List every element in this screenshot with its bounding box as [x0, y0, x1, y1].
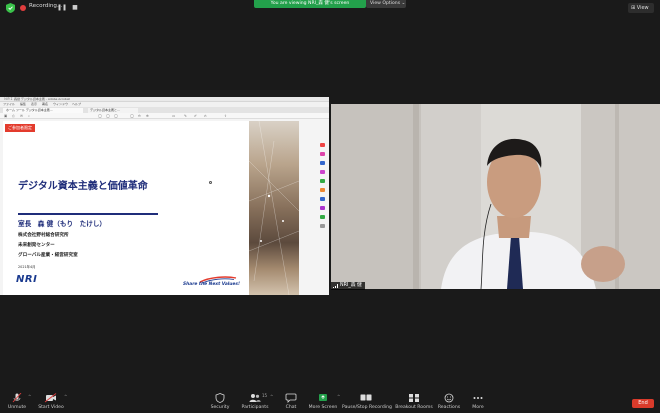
- tool-edit-icon[interactable]: [320, 161, 325, 165]
- end-meeting-button[interactable]: End: [632, 399, 654, 408]
- sign-icon[interactable]: ✍: [204, 114, 207, 118]
- slide-badge: ご参加者限定: [5, 124, 35, 132]
- participants-icon: [249, 394, 261, 402]
- video-caret-icon[interactable]: ^: [64, 394, 67, 399]
- tool-organize-icon[interactable]: [320, 188, 325, 192]
- microphone-muted-icon: [12, 393, 22, 403]
- pause-recording-icon[interactable]: ❚❚: [57, 3, 67, 13]
- network-lines-image: [249, 121, 299, 295]
- pause-recording-button[interactable]: Pause/Stop Recording: [342, 390, 392, 413]
- participants-caret-icon[interactable]: ^: [270, 394, 273, 399]
- video-off-icon: [44, 393, 57, 403]
- reactions-label: Reactions: [437, 405, 461, 410]
- slide-org-line: 株式会社野村総合研究所: [18, 233, 69, 238]
- participants-count: 15: [262, 393, 268, 398]
- breakout-rooms-icon: [409, 394, 419, 402]
- slide-divider: [18, 213, 158, 215]
- acrobat-document-area[interactable]: ご参加者限定 デジタル資本主義と価値革命 室長 森 健（もり たけし） 株式会社…: [0, 119, 329, 295]
- breakout-rooms-button[interactable]: Breakout Rooms: [393, 390, 435, 413]
- print-icon[interactable]: ⎙: [12, 114, 15, 118]
- fit-page-icon[interactable]: ▭: [172, 114, 175, 118]
- pause-stop-icon: [360, 394, 372, 401]
- reactions-icon: [444, 393, 454, 403]
- start-video-label: Start Video: [38, 405, 64, 410]
- hand-icon[interactable]: ◯: [130, 114, 134, 118]
- slide-date: 2021年4月: [18, 265, 36, 269]
- participant-name: NRI_森 健: [340, 283, 362, 288]
- breakout-rooms-label: Breakout Rooms: [395, 405, 433, 410]
- tool-protect-icon[interactable]: [320, 197, 325, 201]
- participant-video[interactable]: [331, 104, 660, 289]
- start-video-button[interactable]: Start Video: [34, 390, 68, 413]
- tool-more-icon[interactable]: [320, 224, 325, 228]
- more-label: More: [472, 405, 484, 410]
- stop-recording-icon[interactable]: ■: [70, 3, 80, 13]
- tool-fill-sign-icon[interactable]: [320, 206, 325, 210]
- participant-name-tag: NRI_森 健: [331, 282, 365, 290]
- share-icon[interactable]: ⇪: [224, 114, 227, 118]
- zoom-out-icon[interactable]: ⊖: [138, 114, 141, 118]
- mail-icon[interactable]: ✉: [20, 114, 23, 118]
- prev-page-icon[interactable]: ◯: [98, 114, 102, 118]
- search-icon[interactable]: ⌕: [28, 114, 30, 118]
- share-caret-icon[interactable]: ^: [337, 394, 340, 399]
- security-button[interactable]: Security: [205, 390, 235, 413]
- view-button[interactable]: ⊞ View: [628, 3, 654, 13]
- tool-send-icon[interactable]: [320, 215, 325, 219]
- presentation-slide: ご参加者限定 デジタル資本主義と価値革命 室長 森 健（もり たけし） 株式会社…: [3, 121, 299, 295]
- save-icon[interactable]: ▣: [4, 114, 7, 118]
- nri-logo: NRI: [16, 274, 38, 285]
- slide-title: デジタル資本主義と価値革命: [18, 181, 148, 192]
- slide-org-line: グローバル産業・経営研究室: [18, 253, 78, 258]
- unmute-caret-icon[interactable]: ^: [28, 394, 31, 399]
- viewing-banner: You are viewing NRI_森 健's screen: [254, 0, 366, 8]
- chat-icon: [285, 393, 297, 403]
- more-dots-icon: [473, 397, 483, 399]
- next-page-icon[interactable]: ◯: [106, 114, 110, 118]
- tool-combine-icon[interactable]: [320, 179, 325, 183]
- reactions-button[interactable]: Reactions: [435, 390, 463, 413]
- participants-label: Participants: [241, 405, 269, 410]
- view-options-button[interactable]: View Options ⌄: [366, 0, 406, 8]
- meeting-toolbar: Unmute ^ Start Video ^ Security 15 Parti…: [0, 390, 660, 413]
- cursor-marker: [209, 181, 212, 184]
- slide-slogan: Share the Next Values!: [183, 282, 241, 287]
- shared-screen[interactable]: ＮＲＩ 森健 デジタル資本主義 - Adobe Acrobat ファイル 編集 …: [0, 97, 329, 295]
- chat-label: Chat: [285, 405, 297, 410]
- participants-button[interactable]: 15 Participants: [240, 390, 270, 413]
- share-screen-icon: [319, 394, 327, 401]
- view-button-label: View: [636, 5, 649, 11]
- tool-export-icon[interactable]: [320, 143, 325, 147]
- top-bar: Recording... ❚❚ ■ You are viewing NRI_森 …: [0, 0, 660, 16]
- security-label: Security: [210, 405, 230, 410]
- tool-comment-icon[interactable]: [320, 170, 325, 174]
- acrobat-side-tools: [318, 143, 327, 253]
- tool-create-icon[interactable]: [320, 152, 325, 156]
- slide-org-line: 未来創発センター: [18, 243, 55, 248]
- unmute-label: Unmute: [7, 405, 27, 410]
- recording-dot-icon: [20, 5, 26, 11]
- share-screen-button[interactable]: More Screen: [307, 390, 339, 413]
- signal-icon: [333, 284, 338, 288]
- chat-button[interactable]: Chat: [277, 390, 305, 413]
- slide-presenter: 室長 森 健（もり たけし）: [18, 220, 107, 228]
- comment-icon[interactable]: ✎: [184, 114, 187, 118]
- share-screen-label: More Screen: [308, 405, 338, 410]
- shield-icon[interactable]: [6, 3, 15, 13]
- pause-recording-label: Pause/Stop Recording: [342, 405, 392, 410]
- select-icon[interactable]: ◯: [114, 114, 118, 118]
- security-shield-icon: [215, 393, 225, 403]
- view-options-label: View Options: [370, 1, 401, 6]
- more-button[interactable]: More: [466, 390, 490, 413]
- zoom-in-icon[interactable]: ⊕: [146, 114, 149, 118]
- highlight-icon[interactable]: ✐: [194, 114, 197, 118]
